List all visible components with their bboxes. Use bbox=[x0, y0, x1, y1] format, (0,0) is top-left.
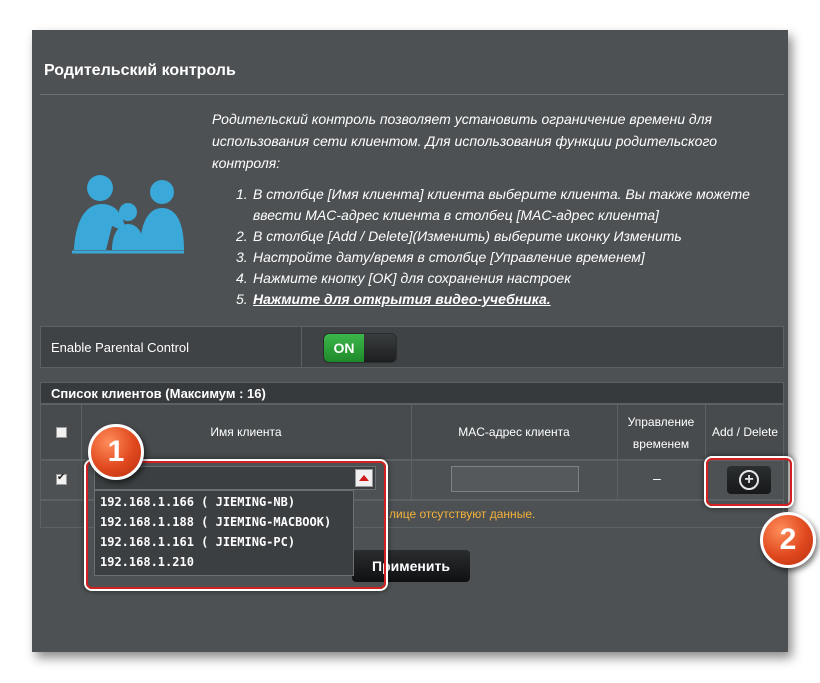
step-5: 5. Нажмите для открытия видео-учебника. bbox=[236, 289, 776, 310]
parental-control-toggle[interactable]: ON bbox=[323, 333, 397, 363]
step-text: Настройте дату/время в столбце [Управлен… bbox=[253, 249, 645, 265]
step-number: 5. bbox=[236, 291, 248, 307]
instruction-list: 1. В столбце [Имя клиента] клиента выбери… bbox=[236, 184, 776, 310]
step-text-continued: ввести MAC-адрес клиента в столбец [MAC-… bbox=[253, 207, 659, 223]
column-time-control-line2: временем bbox=[632, 437, 690, 451]
enable-parental-control-row: Enable Parental Control ON bbox=[40, 326, 784, 368]
video-tutorial-link[interactable]: Нажмите для открытия видео-учебника. bbox=[253, 291, 551, 307]
enable-label: Enable Parental Control bbox=[51, 340, 190, 355]
description-text: Родительский контроль позволяет установи… bbox=[212, 111, 717, 171]
column-time-control-line1: Управление bbox=[627, 415, 695, 429]
toggle-on-label: ON bbox=[324, 334, 364, 362]
step-text: Нажмите кнопку [OK] для сохранения настр… bbox=[253, 270, 571, 286]
column-mac-address: MAC-адрес клиента bbox=[458, 425, 570, 439]
step-4: 4. Нажмите кнопку [OK] для сохранения нас… bbox=[236, 268, 776, 289]
column-divider bbox=[81, 461, 82, 499]
column-divider bbox=[617, 461, 618, 499]
step-number: 2. bbox=[236, 228, 248, 244]
step-number: 4. bbox=[236, 270, 248, 286]
step-number: 1. bbox=[236, 186, 248, 202]
step-3: 3. Настройте дату/время в столбце [Управл… bbox=[236, 247, 776, 268]
family-icon bbox=[72, 175, 184, 254]
time-control-value: – bbox=[653, 470, 661, 486]
step-badge-2: 2 bbox=[760, 512, 816, 568]
client-table-columns: Имя клиента MAC-адрес клиента Управление… bbox=[40, 404, 784, 460]
row-checkbox[interactable] bbox=[56, 472, 67, 485]
empty-table-message: лице отсутствуют данные. bbox=[389, 507, 536, 521]
row-divider bbox=[301, 327, 302, 367]
step-1: 1. В столбце [Имя клиента] клиента выбери… bbox=[236, 184, 776, 226]
step-text: В столбце [Add / Delete](Изменить) выбер… bbox=[253, 228, 682, 244]
select-all-checkbox[interactable] bbox=[56, 427, 67, 438]
column-divider bbox=[411, 461, 412, 499]
toggle-knob bbox=[364, 334, 396, 362]
title-divider bbox=[40, 94, 784, 95]
add-button-highlight bbox=[706, 458, 792, 506]
page-title: Родительский контроль bbox=[44, 62, 236, 79]
column-add-delete: Add / Delete bbox=[711, 425, 779, 439]
client-list-header: Список клиентов (Максимум : 16) bbox=[40, 382, 784, 404]
client-list-title: Список клиентов (Максимум : 16) bbox=[51, 386, 266, 401]
step-2: 2. В столбце [Add / Delete](Изменить) выб… bbox=[236, 226, 776, 247]
mac-address-input[interactable] bbox=[451, 466, 579, 492]
step-text: В столбце [Имя клиента] клиента выберите… bbox=[253, 186, 750, 202]
step-badge-1: 1 bbox=[88, 424, 144, 480]
step-number: 3. bbox=[236, 249, 248, 265]
dropdown-highlight bbox=[86, 461, 386, 589]
